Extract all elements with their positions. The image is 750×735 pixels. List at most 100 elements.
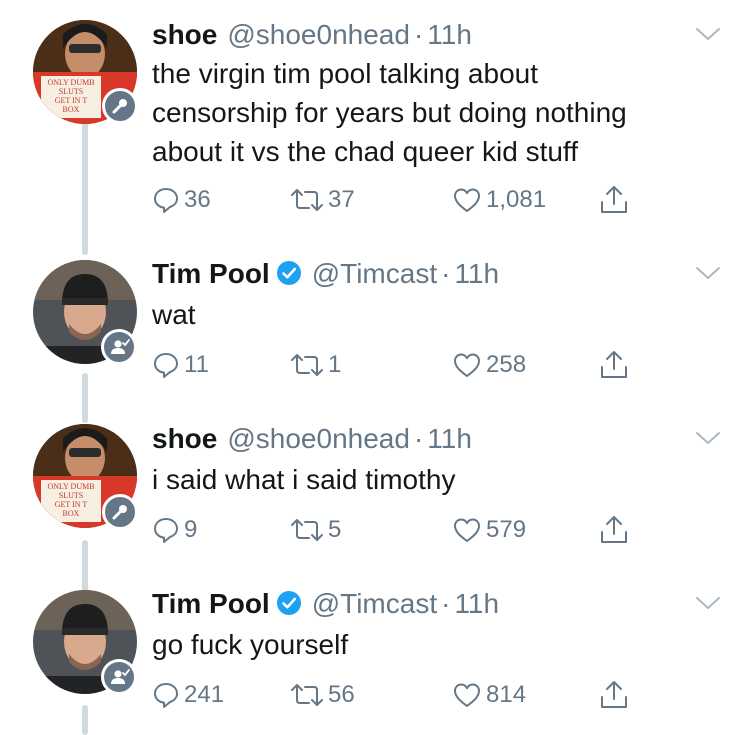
user-handle[interactable]: @shoe0nhead — [227, 423, 410, 454]
tweet-text-line: wat — [152, 299, 196, 330]
tweet[interactable]: Tim Pool @Timcast · 11h go fuck yourself 24… — [0, 587, 750, 731]
avatar-sign-text: ONLY DUMB — [47, 78, 95, 87]
tweet-text: wat — [152, 295, 722, 334]
like-button[interactable]: 1,081 — [452, 184, 546, 216]
separator-dot: · — [441, 588, 451, 619]
tweet[interactable]: ONLY DUMB SLUTS GET IN T BOX shoe @shoe0n… — [0, 18, 750, 233]
timestamp[interactable]: 11h — [427, 19, 472, 50]
chevron-down-icon[interactable] — [693, 428, 723, 448]
avatar-badge — [102, 494, 138, 530]
share-button[interactable] — [598, 349, 630, 381]
reply-button[interactable]: 9 — [152, 514, 197, 546]
reply-icon — [154, 188, 178, 213]
like-count: 814 — [486, 681, 527, 708]
tweet-text: the virgin tim pool talking about censor… — [152, 54, 722, 171]
like-button[interactable]: 258 — [452, 349, 526, 381]
tweet-text: i said what i said timothy — [152, 460, 722, 499]
timestamp[interactable]: 11h — [427, 423, 472, 454]
tweet-header: Tim Pool @Timcast · 11h — [152, 257, 499, 291]
retweet-icon — [291, 684, 323, 706]
avatar-sign-text: ONLY DUMB — [47, 482, 95, 491]
user-handle[interactable]: @shoe0nhead — [227, 19, 410, 50]
timestamp[interactable]: 11h — [454, 588, 499, 619]
avatar-sign-text: BOX — [62, 509, 80, 518]
verified-badge-icon — [276, 261, 301, 285]
retweet-button[interactable]: 56 — [290, 679, 355, 711]
heart-icon — [454, 518, 480, 542]
share-icon — [601, 681, 627, 708]
reply-button[interactable]: 241 — [152, 679, 224, 711]
verified-badge-icon — [276, 591, 301, 615]
reply-icon — [154, 683, 178, 708]
retweet-button[interactable]: 1 — [290, 349, 341, 381]
retweet-count: 1 — [328, 351, 342, 378]
separator-dot: · — [441, 258, 451, 289]
retweet-icon — [291, 189, 323, 211]
separator-dot: · — [413, 19, 424, 50]
retweet-count: 37 — [328, 186, 355, 213]
display-name[interactable]: Tim Pool — [152, 258, 270, 289]
share-button[interactable] — [598, 514, 630, 546]
avatar-sign-text: BOX — [62, 105, 80, 114]
heart-icon — [454, 683, 480, 707]
display-name[interactable]: shoe — [152, 19, 217, 50]
chevron-down-icon[interactable] — [693, 24, 723, 44]
user-handle[interactable]: @Timcast — [312, 258, 437, 289]
retweet-count: 5 — [328, 516, 342, 543]
tweet-actions: 241 56 814 — [152, 679, 652, 711]
like-button[interactable]: 814 — [452, 679, 526, 711]
retweet-icon — [291, 519, 323, 541]
avatar-badge — [102, 88, 138, 124]
avatar-sign-text: SLUTS — [58, 491, 84, 500]
reply-count: 11 — [184, 351, 209, 378]
reply-icon — [154, 353, 178, 378]
share-icon — [601, 186, 627, 213]
tweet-text-line: about it vs the chad queer kid stuff — [152, 136, 578, 167]
chevron-down-icon[interactable] — [693, 263, 723, 283]
avatar-sign-text: SLUTS — [58, 87, 84, 96]
tweet-header: Tim Pool @Timcast · 11h — [152, 587, 499, 621]
share-button[interactable] — [598, 679, 630, 711]
display-name[interactable]: Tim Pool — [152, 588, 270, 619]
heart-icon — [454, 353, 480, 377]
separator-dot: · — [413, 423, 424, 454]
tweet[interactable]: ONLY DUMB SLUTS GET IN T BOX shoe @shoe0n… — [0, 422, 750, 572]
tweet-text-line: censorship for years but doing nothing — [152, 97, 627, 128]
tweet-text-line: i said what i said timothy — [152, 464, 456, 495]
timestamp[interactable]: 11h — [454, 258, 499, 289]
retweet-button[interactable]: 37 — [290, 184, 355, 216]
reply-count: 9 — [184, 516, 198, 543]
display-name[interactable]: shoe — [152, 423, 217, 454]
share-button[interactable] — [598, 184, 630, 216]
reply-button[interactable]: 11 — [152, 349, 209, 381]
person-check-icon — [111, 669, 130, 684]
avatar-sign-text: GET IN T — [54, 96, 88, 105]
microphone-icon — [112, 505, 127, 520]
reply-count: 36 — [184, 186, 211, 213]
reply-icon — [154, 518, 178, 543]
user-handle[interactable]: @Timcast — [312, 588, 437, 619]
like-count: 258 — [486, 351, 527, 378]
like-count: 579 — [486, 516, 527, 543]
tweet-header: shoe @shoe0nhead · 11h — [152, 422, 472, 456]
share-icon — [601, 516, 627, 543]
avatar-badge — [101, 659, 137, 695]
tweet-actions: 9 5 579 — [152, 514, 652, 546]
avatar-badge — [101, 329, 137, 365]
tweet-text: go fuck yourself — [152, 625, 722, 664]
tweet[interactable]: Tim Pool @Timcast · 11h wat 11 1 258 — [0, 257, 750, 407]
tweet-actions: 36 37 1,081 — [152, 184, 652, 216]
tweet-actions: 11 1 258 — [152, 349, 652, 381]
reply-count: 241 — [184, 681, 225, 708]
reply-button[interactable]: 36 — [152, 184, 211, 216]
heart-icon — [454, 188, 480, 212]
avatar-sign-text: GET IN T — [54, 500, 88, 509]
retweet-icon — [291, 354, 323, 376]
like-button[interactable]: 579 — [452, 514, 526, 546]
like-count: 1,081 — [486, 186, 547, 213]
tweet-text-line: the virgin tim pool talking about — [152, 58, 538, 89]
retweet-count: 56 — [328, 681, 355, 708]
retweet-button[interactable]: 5 — [290, 514, 341, 546]
tweet-text-line: go fuck yourself — [152, 629, 349, 660]
chevron-down-icon[interactable] — [693, 593, 723, 613]
